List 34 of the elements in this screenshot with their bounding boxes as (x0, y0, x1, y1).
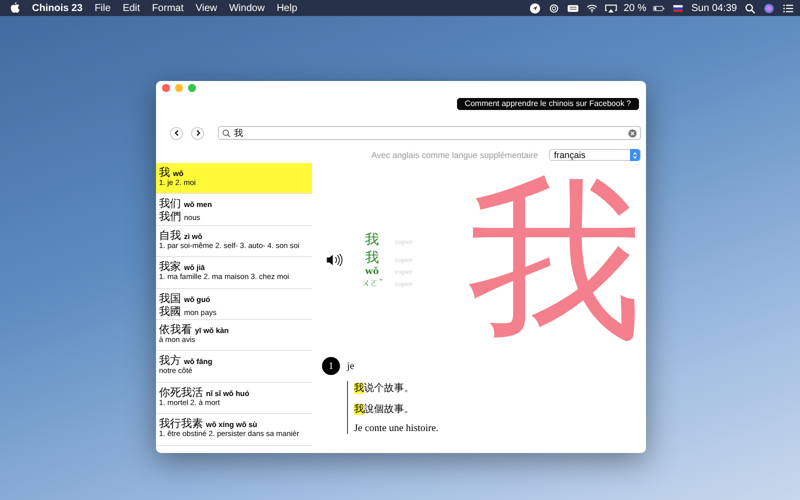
character: 我 (364, 248, 380, 266)
stroke-order-character: 我 (468, 172, 642, 348)
clock[interactable]: Sun 04:39 (691, 2, 737, 14)
headword: 我方 (159, 354, 181, 368)
character: 我 (364, 230, 380, 248)
language-dropdown[interactable]: français (549, 149, 641, 161)
menu-item[interactable]: File (94, 2, 111, 14)
pinyin: wǒ (364, 266, 380, 276)
menu-item[interactable]: Window (229, 2, 265, 14)
headword: 我们 (159, 197, 181, 211)
traditional-headword: 我們 (159, 210, 181, 224)
facebook-link-button[interactable]: Comment apprendre le chinois sur Facebook ? (456, 98, 639, 110)
definition-number: 1 (322, 357, 340, 375)
headword: 依我看 (159, 322, 192, 336)
example-sentence: 我说个故事。 (354, 382, 415, 395)
traditional-headword: 我國 (159, 304, 181, 319)
headword: 自我 (159, 228, 181, 242)
headword: 我 (159, 166, 170, 180)
headword: 你死我活 (159, 386, 203, 400)
menu-item[interactable]: View (196, 2, 218, 14)
zhuyin: ㄨㄛˇ (360, 278, 384, 290)
headword: 我家 (159, 260, 181, 274)
language-label: Avec anglais comme langue supplémentaire (371, 150, 538, 160)
app-menu[interactable]: Chinois 23 (32, 2, 83, 14)
search-field[interactable]: 我 (218, 126, 641, 140)
definition: je (347, 360, 354, 372)
menu-item[interactable]: Edit (122, 2, 140, 14)
battery-percentage: 20 % (624, 2, 646, 14)
menu-item[interactable]: Help (276, 2, 298, 14)
headword: 我国 (159, 292, 181, 306)
example-sentence: 我說個故事。 (354, 402, 415, 416)
headword: 我行我素 (159, 416, 203, 430)
menu-item[interactable]: Format (152, 2, 184, 14)
example-translation: Je conte une histoire. (354, 423, 440, 434)
